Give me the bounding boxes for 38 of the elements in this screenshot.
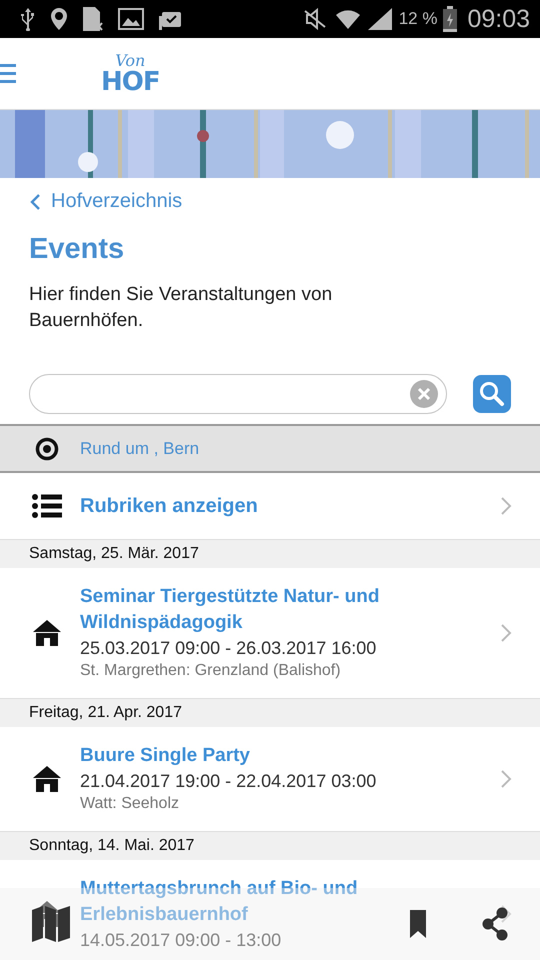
date-header: Sonntag, 14. Mai. 2017 bbox=[0, 832, 540, 860]
battery-percent: 12 % bbox=[398, 9, 438, 29]
date-header: Samstag, 25. Mär. 2017 bbox=[0, 540, 540, 568]
image-icon bbox=[118, 8, 144, 30]
menu-icon[interactable] bbox=[0, 62, 16, 84]
sim-card-icon bbox=[82, 6, 104, 32]
description: Hier finden Sie Veranstaltungen von Bauernhöfen. bbox=[29, 283, 334, 333]
search-icon bbox=[479, 381, 505, 407]
event-place: Watt: Seeholz bbox=[80, 794, 180, 814]
signal-icon bbox=[366, 7, 393, 31]
chevron-left-icon bbox=[29, 192, 41, 210]
event-time: 21.04.2017 19:00 - 22.04.2017 03:00 bbox=[80, 770, 376, 793]
page-title: Events bbox=[29, 233, 126, 266]
event-time: 25.03.2017 09:00 - 26.03.2017 16:00 bbox=[80, 637, 376, 660]
target-icon bbox=[35, 436, 59, 460]
search-button[interactable] bbox=[473, 375, 511, 413]
battery-icon bbox=[443, 6, 458, 32]
logo-script-text: Von bbox=[115, 52, 146, 68]
map-icon[interactable] bbox=[32, 906, 70, 942]
location-bar[interactable]: Rund um , Bern bbox=[0, 424, 540, 473]
back-link[interactable]: Hofverzeichnis bbox=[29, 190, 511, 213]
event-title: Buure Single Party bbox=[80, 744, 250, 768]
logo-text: HOF bbox=[101, 68, 160, 94]
event-place: St. Margrethen: Grenzland (Balishof) bbox=[80, 661, 341, 681]
location-text: Rund um , Bern bbox=[80, 438, 200, 458]
clear-icon[interactable] bbox=[410, 380, 438, 408]
clock: 09:03 bbox=[467, 4, 530, 34]
event-title: Seminar Tiergestützte Natur- und Wildnispädagogik bbox=[80, 585, 380, 635]
bookmark-icon[interactable] bbox=[410, 910, 426, 938]
usb-icon bbox=[20, 7, 36, 31]
location-pin-icon bbox=[50, 7, 68, 31]
event-title: Muttertagsbrunch auf Bio- und Erlebnisbauernhof bbox=[80, 877, 359, 927]
date-header: Freitag, 21. Apr. 2017 bbox=[0, 699, 540, 727]
search-field[interactable] bbox=[29, 374, 447, 414]
list-icon bbox=[32, 494, 62, 518]
share-icon[interactable] bbox=[482, 907, 508, 941]
event-time: 14.05.2017 09:00 - 13:00 bbox=[80, 929, 282, 952]
categories-label: Rubriken anzeigen bbox=[80, 494, 259, 518]
